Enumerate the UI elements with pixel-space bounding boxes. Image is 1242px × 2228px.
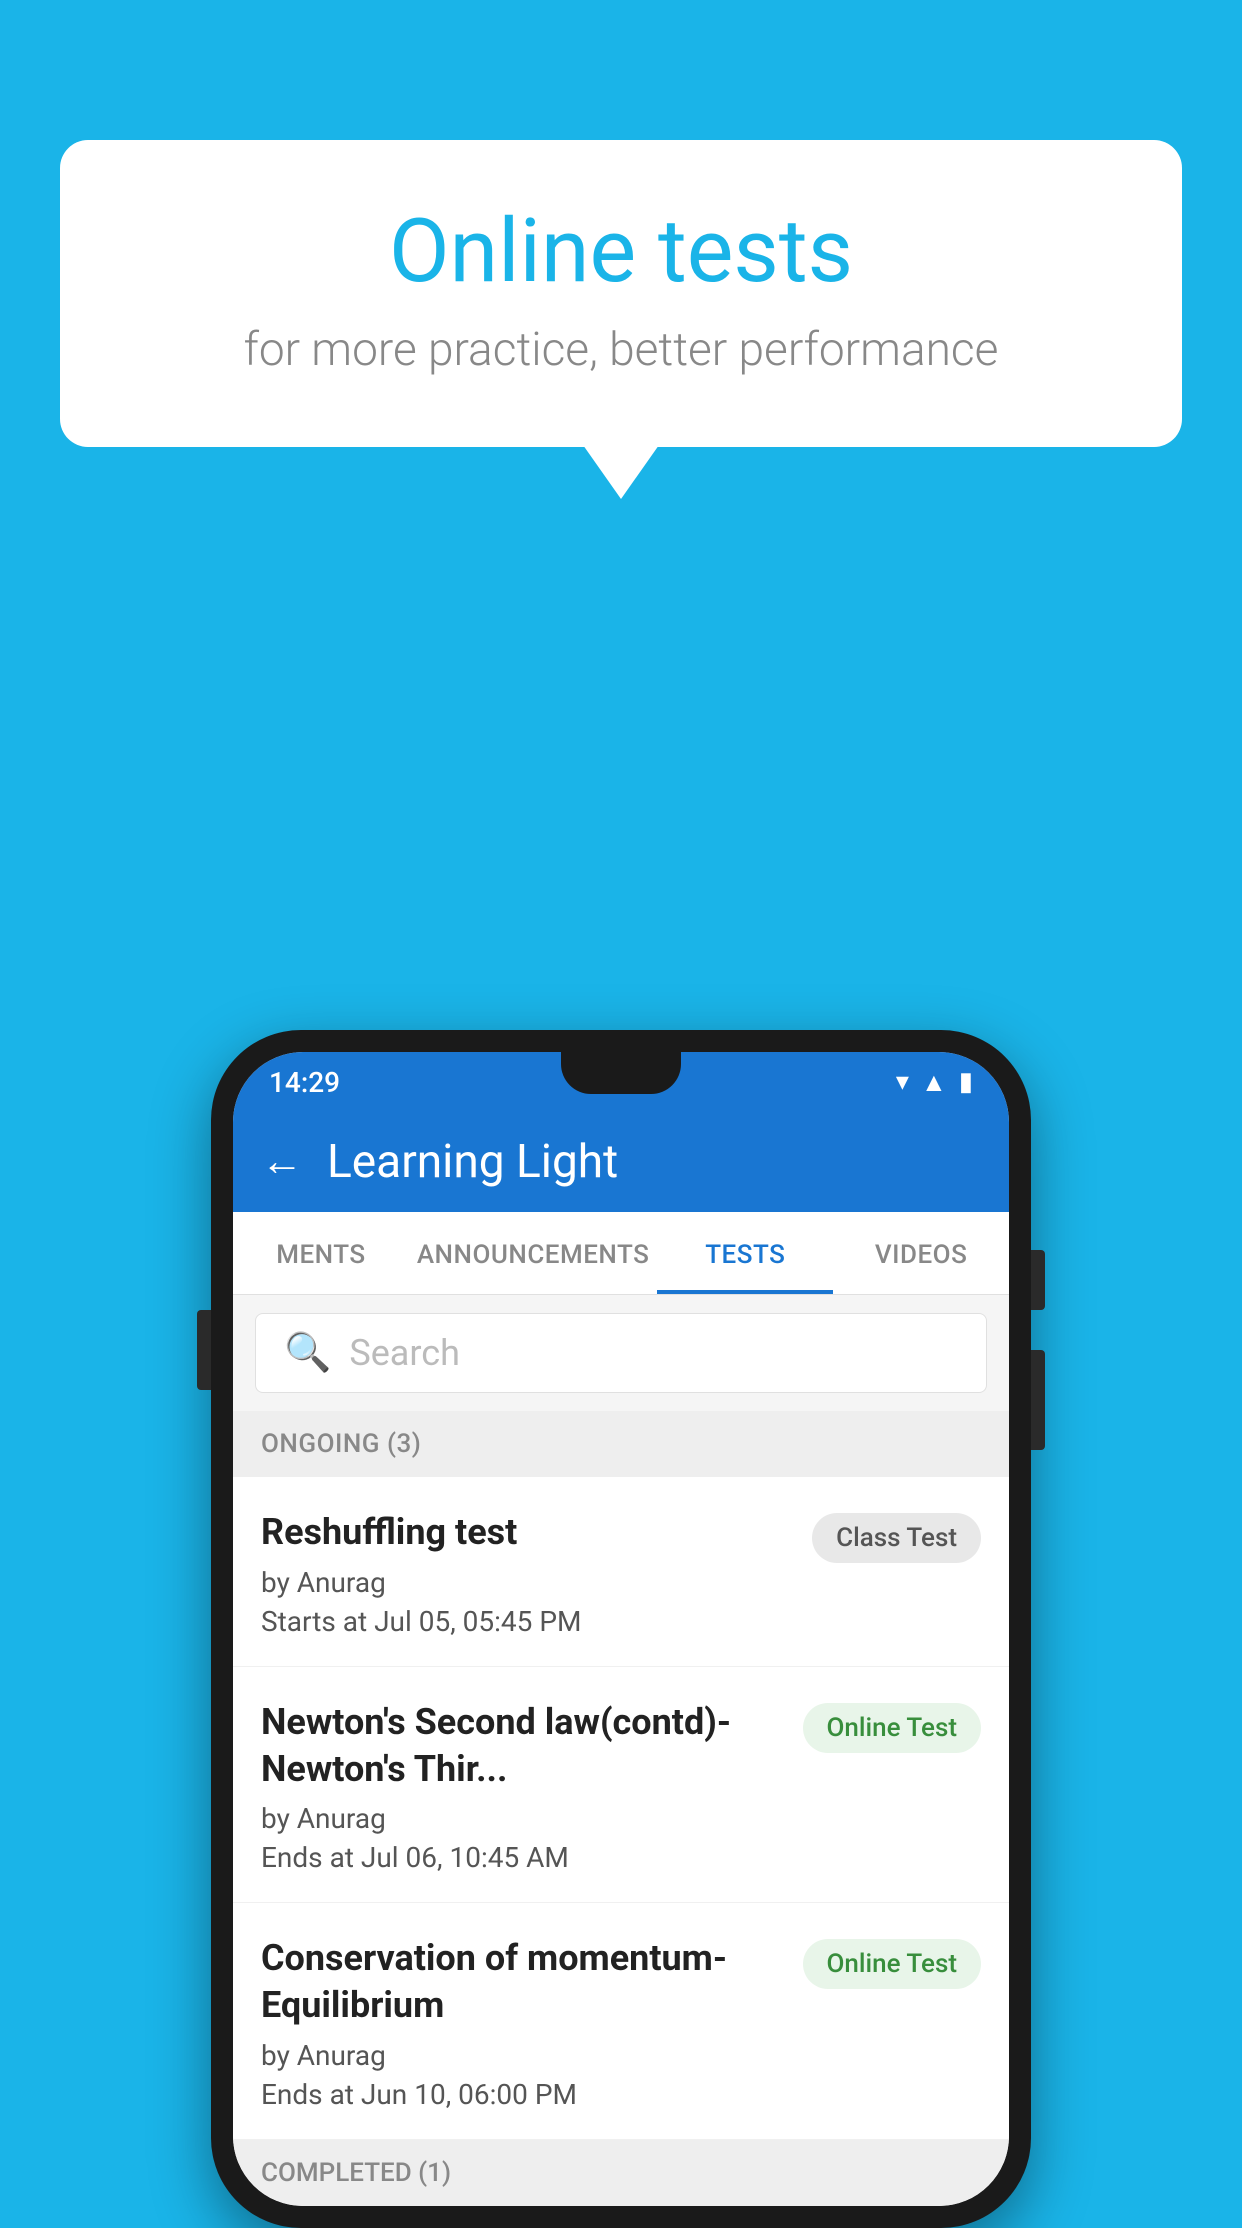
side-button-volume (197, 1310, 211, 1390)
test-info-conservation: Conservation of momentum-Equilibrium by … (261, 1935, 787, 2111)
test-item-conservation[interactable]: Conservation of momentum-Equilibrium by … (233, 1903, 1009, 2140)
search-bar[interactable]: 🔍 Search (255, 1313, 987, 1393)
speech-bubble-container: Online tests for more practice, better p… (60, 140, 1182, 447)
phone-outer: 14:29 ▾ ▲ ▮ ← Learning Light MENTS ANNOU… (211, 1030, 1031, 2228)
tab-ments[interactable]: MENTS (233, 1212, 409, 1294)
ongoing-label: ONGOING (3) (261, 1429, 421, 1459)
completed-section-header: COMPLETED (1) (233, 2140, 1009, 2206)
status-time: 14:29 (269, 1066, 340, 1099)
test-author-conservation: by Anurag (261, 2039, 787, 2072)
speech-bubble: Online tests for more practice, better p… (60, 140, 1182, 447)
tab-videos[interactable]: VIDEOS (833, 1212, 1009, 1294)
test-info-newton: Newton's Second law(contd)-Newton's Thir… (261, 1699, 787, 1875)
badge-class-test-1: Class Test (812, 1513, 981, 1563)
test-item-newton[interactable]: Newton's Second law(contd)-Newton's Thir… (233, 1667, 1009, 1904)
test-list: Reshuffling test by Anurag Starts at Jul… (233, 1477, 1009, 2140)
test-name-conservation: Conservation of momentum-Equilibrium (261, 1935, 787, 2029)
wifi-icon: ▾ (896, 1067, 909, 1097)
search-icon: 🔍 (284, 1331, 331, 1375)
test-time-conservation: Ends at Jun 10, 06:00 PM (261, 2078, 787, 2111)
test-name-reshuffling: Reshuffling test (261, 1509, 796, 1556)
notch (561, 1052, 681, 1094)
badge-online-test-3: Online Test (803, 1939, 982, 1989)
tabs-bar: MENTS ANNOUNCEMENTS TESTS VIDEOS (233, 1212, 1009, 1295)
test-time-reshuffling: Starts at Jul 05, 05:45 PM (261, 1605, 796, 1638)
battery-icon: ▮ (959, 1067, 973, 1097)
app-title: Learning Light (327, 1135, 618, 1189)
test-author-reshuffling: by Anurag (261, 1566, 796, 1599)
test-author-newton: by Anurag (261, 1802, 787, 1835)
signal-icon: ▲ (921, 1067, 947, 1098)
bubble-title: Online tests (140, 200, 1102, 303)
status-icons: ▾ ▲ ▮ (896, 1067, 973, 1098)
bubble-subtitle: for more practice, better performance (140, 323, 1102, 377)
test-time-newton: Ends at Jul 06, 10:45 AM (261, 1841, 787, 1874)
search-container: 🔍 Search (233, 1295, 1009, 1411)
side-button-power-top (1031, 1250, 1045, 1310)
test-item-reshuffling[interactable]: Reshuffling test by Anurag Starts at Jul… (233, 1477, 1009, 1667)
status-bar: 14:29 ▾ ▲ ▮ (233, 1052, 1009, 1112)
badge-online-test-2: Online Test (803, 1703, 982, 1753)
back-button[interactable]: ← (261, 1141, 303, 1183)
phone-mockup: 14:29 ▾ ▲ ▮ ← Learning Light MENTS ANNOU… (211, 1030, 1031, 2228)
phone-screen: 14:29 ▾ ▲ ▮ ← Learning Light MENTS ANNOU… (233, 1052, 1009, 2206)
tab-tests[interactable]: TESTS (657, 1212, 833, 1294)
app-header: ← Learning Light (233, 1112, 1009, 1212)
tab-announcements[interactable]: ANNOUNCEMENTS (409, 1212, 658, 1294)
test-info-reshuffling: Reshuffling test by Anurag Starts at Jul… (261, 1509, 796, 1638)
completed-label: COMPLETED (1) (261, 2158, 451, 2188)
ongoing-section-header: ONGOING (3) (233, 1411, 1009, 1477)
search-placeholder: Search (349, 1332, 460, 1374)
test-name-newton: Newton's Second law(contd)-Newton's Thir… (261, 1699, 787, 1793)
side-button-power-bottom (1031, 1350, 1045, 1450)
